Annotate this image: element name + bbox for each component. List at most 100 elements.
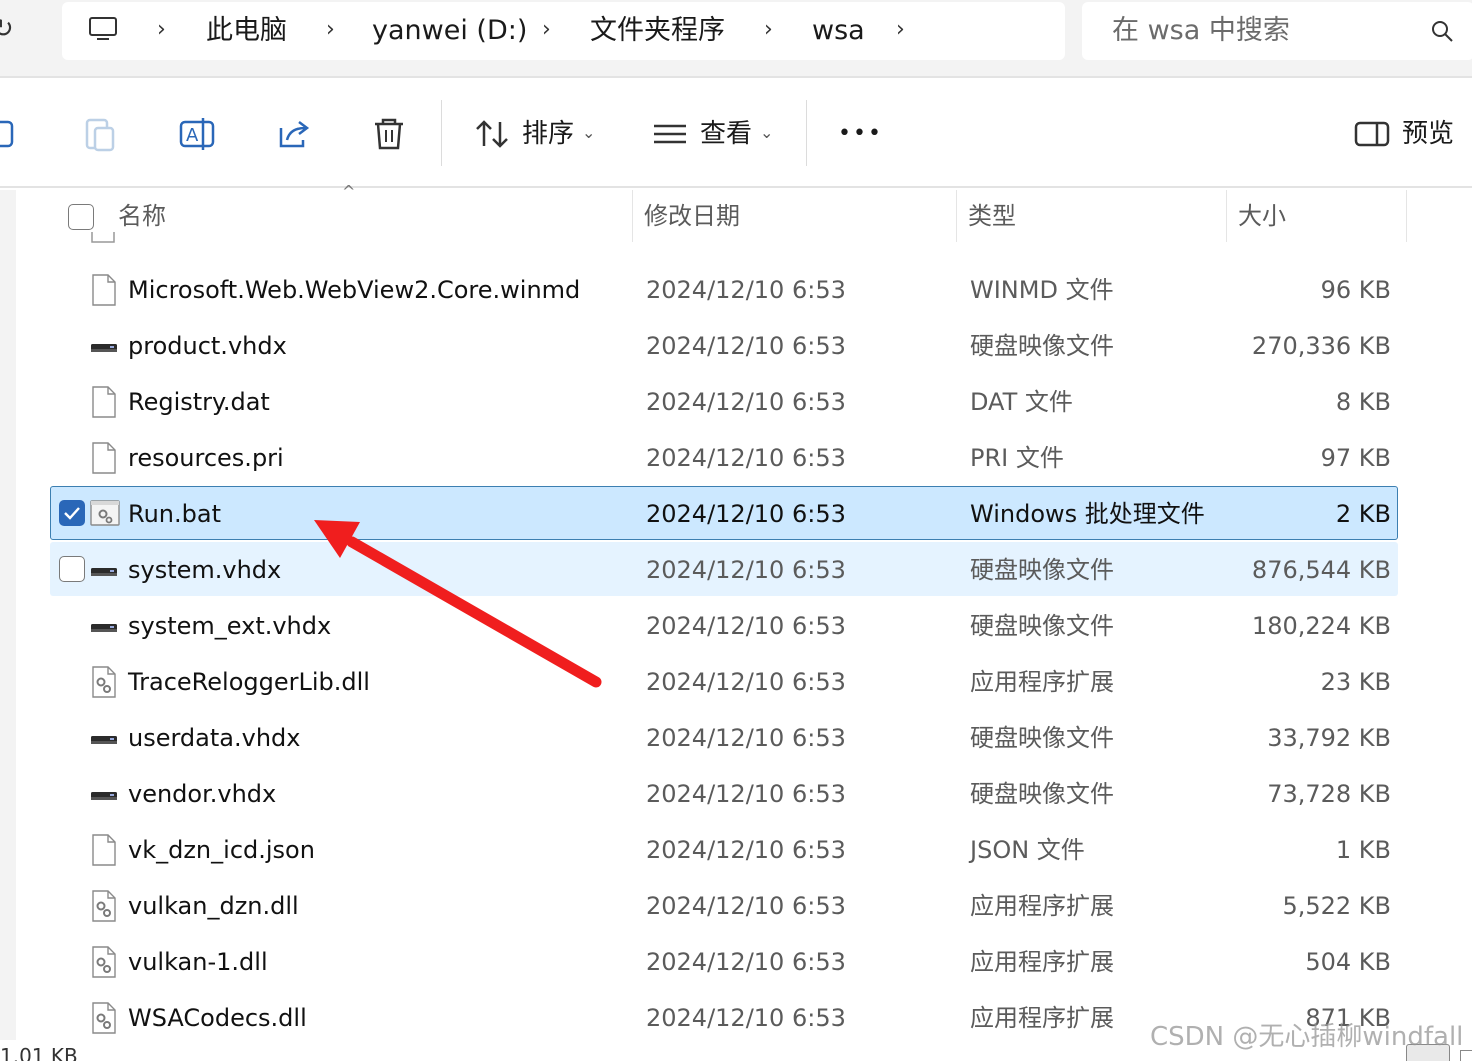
- view-icon[interactable]: [650, 114, 690, 154]
- file-size: 33,792 KB: [1267, 724, 1391, 752]
- column-divider[interactable]: [1226, 190, 1227, 242]
- file-icon: [91, 232, 115, 243]
- chevron-right-icon[interactable]: ›: [896, 2, 905, 60]
- breadcrumb-folder-programs[interactable]: 文件夹程序: [590, 2, 725, 60]
- file-row[interactable]: vk_dzn_icd.json 2024/12/10 6:53 JSON 文件 1 K…: [50, 822, 1398, 876]
- breadcrumb-wsa[interactable]: wsa: [812, 2, 865, 60]
- chevron-down-icon[interactable]: ⌄: [582, 118, 595, 148]
- file-row[interactable]: TraceReloggerLib.dll 2024/12/10 6:53 应用程序扩…: [50, 654, 1398, 708]
- watermark: CSDN @无心插柳windfall: [1150, 1022, 1464, 1052]
- file-type: 应用程序扩展: [970, 948, 1114, 976]
- view-button[interactable]: 查看: [700, 116, 752, 152]
- disk-image-icon: [91, 792, 117, 800]
- delete-icon[interactable]: [369, 114, 409, 154]
- file-row[interactable]: system_ext.vhdx 2024/12/10 6:53 硬盘映像文件 180,…: [50, 598, 1398, 652]
- breadcrumb-drive[interactable]: yanwei (D:): [372, 2, 527, 60]
- batch-file-icon: [90, 500, 120, 526]
- address-bar-region: ↻ › 此电脑 › yanwei (D:) › 文件夹程序 › wsa › 在 …: [0, 0, 1472, 78]
- column-name[interactable]: 名称: [118, 190, 166, 244]
- file-row[interactable]: system.vhdx 2024/12/10 6:53 硬盘映像文件 876,544 …: [50, 542, 1398, 596]
- file-date: 2024/12/10 6:53: [646, 332, 846, 360]
- file-row[interactable]: vulkan_dzn.dll 2024/12/10 6:53 应用程序扩展 5,522…: [50, 878, 1398, 932]
- file-date: 2024/12/10 6:53: [646, 500, 846, 528]
- column-divider[interactable]: [632, 190, 633, 242]
- file-date: 2024/12/10 6:53: [646, 836, 846, 864]
- file-type: 硬盘映像文件: [970, 724, 1114, 752]
- file-name: vulkan_dzn.dll: [128, 892, 299, 920]
- chevron-right-icon[interactable]: ›: [542, 2, 551, 60]
- file-type: JSON 文件: [970, 836, 1085, 864]
- file-size: 23 KB: [1320, 668, 1391, 696]
- search-placeholder: 在 wsa 中搜索: [1112, 15, 1290, 46]
- file-row[interactable]: product.vhdx 2024/12/10 6:53 硬盘映像文件 270,336…: [50, 318, 1398, 372]
- breadcrumb[interactable]: › 此电脑 › yanwei (D:) › 文件夹程序 › wsa ›: [62, 2, 1065, 60]
- file-row[interactable]: Run.bat 2024/12/10 6:53 Windows 批处理文件 2 KB: [50, 486, 1398, 540]
- file-date: 2024/12/10 6:53: [646, 444, 846, 472]
- file-type: 硬盘映像文件: [970, 332, 1114, 360]
- file-row[interactable]: Microsoft.Web.WebView2.Core.winmd 2024/12…: [50, 262, 1398, 316]
- file-name: Run.bat: [128, 500, 221, 528]
- checkmark-icon: [64, 507, 80, 520]
- select-all-checkbox[interactable]: [68, 204, 94, 230]
- column-date[interactable]: 修改日期: [644, 190, 740, 244]
- file-type: 硬盘映像文件: [970, 780, 1114, 808]
- toolbar-divider: [441, 100, 442, 166]
- more-options-button[interactable]: •••: [838, 116, 883, 152]
- svg-text:A: A: [186, 125, 199, 146]
- file-size: 2 KB: [1335, 500, 1391, 528]
- file-date: 2024/12/10 6:53: [646, 668, 846, 696]
- file-name: Registry.dat: [128, 388, 270, 416]
- file-row[interactable]: resources.pri 2024/12/10 6:53 PRI 文件 97 KB: [50, 430, 1398, 484]
- sort-button[interactable]: 排序: [522, 116, 574, 152]
- file-date: 2024/12/10 6:53: [646, 388, 846, 416]
- file-icon: [92, 834, 116, 866]
- rename-icon[interactable]: A: [177, 114, 217, 154]
- column-divider[interactable]: [1406, 190, 1407, 242]
- file-name: Microsoft.Web.WebView2.Core.winmd: [128, 276, 581, 304]
- preview-button[interactable]: 预览: [1402, 116, 1454, 152]
- search-icon[interactable]: [1430, 19, 1454, 43]
- refresh-icon[interactable]: ↻: [0, 14, 22, 44]
- toolbar-divider: [806, 100, 807, 166]
- file-name: vendor.vhdx: [128, 780, 277, 808]
- copy-icon[interactable]: [0, 114, 26, 154]
- search-input[interactable]: 在 wsa 中搜索: [1082, 2, 1472, 60]
- file-row[interactable]: vendor.vhdx 2024/12/10 6:53 硬盘映像文件 73,728 K…: [50, 766, 1398, 820]
- file-date: 2024/12/10 6:53: [646, 612, 846, 640]
- share-icon[interactable]: [273, 114, 313, 154]
- disk-image-icon: [91, 624, 117, 632]
- dll-file-icon: [92, 890, 116, 922]
- file-date: 2024/12/10 6:53: [646, 948, 846, 976]
- column-type[interactable]: 类型: [968, 190, 1016, 244]
- file-name: product.vhdx: [128, 332, 287, 360]
- chevron-right-icon[interactable]: ›: [764, 2, 773, 60]
- file-row[interactable]: userdata.vhdx 2024/12/10 6:53 硬盘映像文件 33,792…: [50, 710, 1398, 764]
- chevron-right-icon[interactable]: ›: [326, 2, 335, 60]
- file-date: 2024/12/10 6:53: [646, 556, 846, 584]
- paste-icon[interactable]: [81, 114, 121, 154]
- file-size: 5,522 KB: [1282, 892, 1391, 920]
- column-divider[interactable]: [956, 190, 957, 242]
- chevron-right-icon[interactable]: ›: [157, 2, 166, 60]
- row-checkbox[interactable]: [59, 556, 85, 582]
- file-row[interactable]: Registry.dat 2024/12/10 6:53 DAT 文件 8 KB: [50, 374, 1398, 428]
- file-size: 270,336 KB: [1251, 332, 1391, 360]
- dll-file-icon: [92, 1002, 116, 1034]
- sort-icon[interactable]: [472, 114, 512, 154]
- file-row[interactable]: vulkan-1.dll 2024/12/10 6:53 应用程序扩展 504 KB: [50, 934, 1398, 988]
- file-name: system_ext.vhdx: [128, 612, 332, 640]
- row-checkbox[interactable]: [59, 500, 85, 526]
- breadcrumb-this-pc[interactable]: 此电脑: [206, 2, 287, 60]
- file-type: WINMD 文件: [970, 276, 1114, 304]
- file-size: 96 KB: [1320, 276, 1391, 304]
- file-size: 8 KB: [1335, 388, 1391, 416]
- this-pc-icon[interactable]: [88, 17, 118, 41]
- preview-pane-icon[interactable]: [1352, 114, 1392, 154]
- file-icon: [92, 442, 116, 474]
- file-size: 1 KB: [1335, 836, 1391, 864]
- file-size: 97 KB: [1320, 444, 1391, 472]
- file-type: 硬盘映像文件: [970, 612, 1114, 640]
- disk-image-icon: [91, 344, 117, 352]
- column-size[interactable]: 大小: [1238, 190, 1286, 244]
- chevron-down-icon[interactable]: ⌄: [760, 118, 773, 148]
